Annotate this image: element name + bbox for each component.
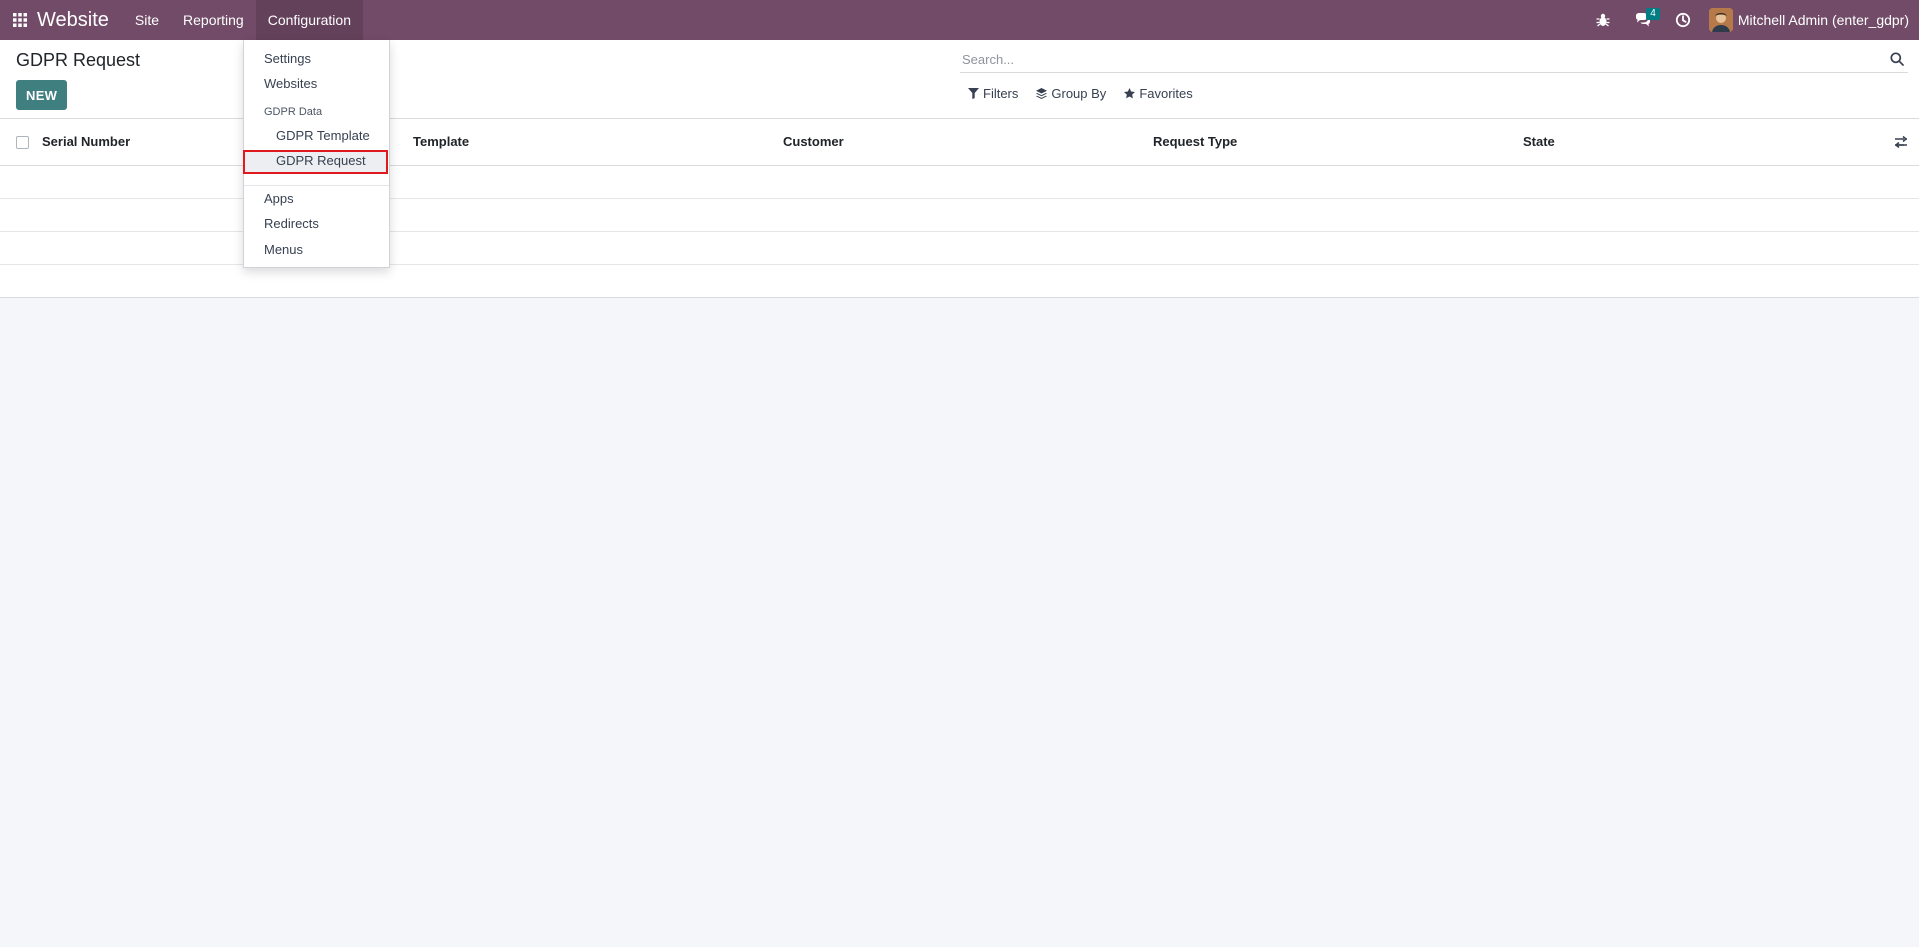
filters-label: Filters	[983, 86, 1019, 101]
configuration-dropdown: Settings Websites GDPR Data GDPR Templat…	[243, 40, 390, 268]
menu-item-apps[interactable]: Apps	[264, 191, 294, 206]
bug-icon[interactable]	[1583, 0, 1623, 40]
star-icon	[1124, 88, 1136, 99]
messages-badge: 4	[1646, 8, 1660, 20]
search-bar	[960, 46, 1908, 73]
search-panel-toggles: Filters Group By Favorites	[968, 86, 1211, 101]
filter-icon	[968, 88, 979, 99]
favorites-button[interactable]: Favorites	[1124, 86, 1193, 101]
search-icon[interactable]	[1886, 52, 1908, 66]
group-by-label: Group By	[1051, 86, 1107, 101]
column-request-type[interactable]: Request Type	[1153, 119, 1237, 165]
search-input[interactable]	[960, 51, 1886, 67]
navbar-systray: 4 Mitchell Admin (enter_gdpr)	[1583, 0, 1919, 40]
user-menu[interactable]: Mitchell Admin (enter_gdpr)	[1703, 0, 1919, 40]
page-title: GDPR Request	[16, 50, 141, 70]
menu-site[interactable]: Site	[123, 0, 171, 40]
group-by-button[interactable]: Group By	[1036, 86, 1106, 101]
select-all-checkbox[interactable]	[16, 136, 29, 149]
menu-item-settings[interactable]: Settings	[264, 51, 311, 66]
table-row	[0, 265, 1919, 297]
menu-configuration[interactable]: Configuration	[255, 0, 363, 40]
favorites-label: Favorites	[1139, 86, 1193, 101]
new-button[interactable]: NEW	[16, 80, 68, 110]
chat-icon[interactable]: 4	[1623, 0, 1663, 40]
optional-columns-icon[interactable]	[1893, 134, 1909, 150]
column-serial-number[interactable]: Serial Number	[42, 119, 130, 165]
top-navbar: Website Site Reporting Configuration 4 M…	[0, 0, 1919, 40]
column-template[interactable]: Template	[413, 119, 469, 165]
menu-reporting[interactable]: Reporting	[171, 0, 256, 40]
menu-item-menus[interactable]: Menus	[264, 242, 303, 257]
column-state[interactable]: State	[1523, 119, 1555, 165]
app-brand[interactable]: Website	[37, 9, 109, 32]
user-name: Mitchell Admin (enter_gdpr)	[1737, 12, 1909, 28]
column-customer[interactable]: Customer	[783, 119, 844, 165]
apps-grid-icon[interactable]	[0, 0, 40, 40]
filters-button[interactable]: Filters	[968, 86, 1018, 101]
menu-divider	[244, 185, 389, 186]
clock-icon[interactable]	[1663, 0, 1703, 40]
menu-section-gdpr-data: GDPR Data	[264, 106, 323, 118]
menu-item-websites[interactable]: Websites	[264, 76, 317, 91]
menu-item-gdpr-request[interactable]: GDPR Request	[276, 153, 366, 168]
layers-icon	[1036, 88, 1048, 99]
menu-item-redirects[interactable]: Redirects	[264, 216, 319, 231]
menu-item-gdpr-template[interactable]: GDPR Template	[276, 128, 370, 143]
avatar	[1708, 8, 1733, 32]
